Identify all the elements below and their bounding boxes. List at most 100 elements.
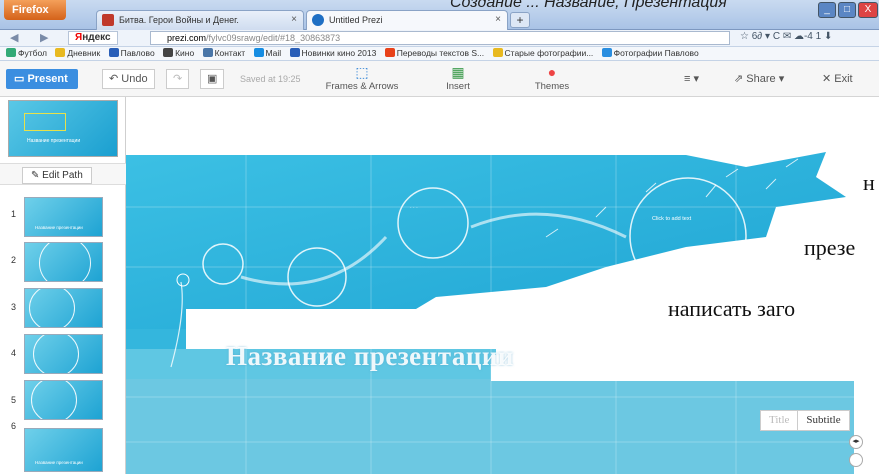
cyan-shape xyxy=(126,379,854,474)
slide-thumbnail-2[interactable] xyxy=(24,242,103,282)
bookmark-label: Павлово xyxy=(120,48,155,58)
slide-thumbnail-6[interactable]: Название презентации xyxy=(24,428,103,472)
edit-path-bar: ✎ Edit Path xyxy=(0,163,126,185)
back-icon[interactable]: ◀ xyxy=(10,31,18,44)
bookmark-item[interactable]: Футбол xyxy=(6,47,47,60)
slide-number: 5 xyxy=(11,395,17,405)
tab-close-icon[interactable]: × xyxy=(291,11,297,29)
close-window-button[interactable]: X xyxy=(858,2,878,18)
new-tab-button[interactable]: + xyxy=(510,12,530,28)
slide-number: 6 xyxy=(11,421,17,431)
bookmark-label: Кино xyxy=(175,48,195,58)
canvas-text-line-1[interactable]: н xyxy=(863,170,875,196)
tab-close-icon[interactable]: × xyxy=(495,11,501,29)
slide-circle xyxy=(33,335,79,373)
bookmark-item[interactable]: Фотографии Павлово xyxy=(601,47,699,60)
slide-number: 3 xyxy=(11,302,17,312)
frames-arrows-button[interactable]: ⬚ Frames & Arrows xyxy=(322,64,402,92)
save-button[interactable]: ▣ xyxy=(200,69,225,89)
themes-button[interactable]: ● Themes xyxy=(530,64,574,92)
bookmark-favicon-icon xyxy=(289,48,300,57)
bookmark-item[interactable]: Кино xyxy=(163,47,194,60)
url-host: prezi.com xyxy=(167,33,207,43)
themes-label: Themes xyxy=(534,81,570,92)
bookmark-label: Старые фотографии... xyxy=(504,48,594,58)
bookmark-label: Mail xyxy=(265,48,282,58)
canvas-blank xyxy=(491,355,879,381)
url-path: /fylvc09srawg/edit/#18_30863873 xyxy=(206,33,341,43)
zoom-slider-knob[interactable] xyxy=(849,453,863,467)
bookmark-item[interactable]: Павлово xyxy=(108,47,155,60)
present-button[interactable]: ▭ Present xyxy=(6,69,78,89)
prezi-canvas[interactable]: · · · Click to add text н презе написать… xyxy=(126,97,879,474)
exit-button[interactable]: ✕ Exit xyxy=(822,69,853,89)
tab-bitva[interactable]: Битва. Герои Войны и Денег. × xyxy=(96,10,304,30)
bookmark-label: Футбол xyxy=(18,48,47,58)
bookmark-item[interactable]: Mail xyxy=(253,47,282,60)
nav-right-icons[interactable]: ☆ 6∂ ▾ C ✉ ☁-4 1 ⬇ xyxy=(740,31,832,42)
bookmark-favicon-icon xyxy=(253,48,264,57)
bookmark-favicon-icon xyxy=(384,48,395,57)
title-option[interactable]: Title xyxy=(761,411,799,430)
bookmark-item[interactable]: Переводы текстов S... xyxy=(384,47,484,60)
cyan-shape xyxy=(126,329,186,349)
slide-caption: Название презентации xyxy=(35,460,83,465)
save-icon: ▣ xyxy=(207,73,218,85)
overview-thumbnail[interactable]: Название презентации xyxy=(8,100,118,157)
prezi-toolbar: ▭ Present ↶ Undo ↷ ▣ Saved at 19:25 ⬚ Fr… xyxy=(0,61,879,97)
overlay-caption: Создание ... Название, Презентация xyxy=(450,0,727,11)
slide-circle xyxy=(39,243,91,281)
canvas-text-line-3[interactable]: написать заго xyxy=(668,296,795,322)
tab-favicon-icon xyxy=(102,14,114,26)
bookmark-favicon-icon xyxy=(108,48,119,57)
slide-caption: Название презентации xyxy=(35,225,83,230)
url-bar[interactable]: prezi.com/fylvc09srawg/edit/#18_30863873 xyxy=(150,31,730,45)
redo-button[interactable]: ↷ xyxy=(166,69,190,89)
slide-circle xyxy=(29,289,75,327)
bookmark-label: Контакт xyxy=(214,48,246,58)
tab-label: Битва. Герои Войны и Денег. xyxy=(119,15,239,25)
bookmark-item[interactable]: Контакт xyxy=(202,47,246,60)
saved-status: Saved at 19:25 xyxy=(240,74,301,84)
slide-thumbnail-4[interactable] xyxy=(24,334,103,374)
slide-number: 2 xyxy=(11,255,17,265)
bookmark-label: Дневник xyxy=(67,48,101,58)
bookmark-item[interactable]: Новинки кино 2013 xyxy=(289,47,377,60)
close-icon: ✕ xyxy=(822,73,835,85)
undo-button[interactable]: ↶ Undo xyxy=(102,69,155,89)
yandex-button[interactable]: Яндекс xyxy=(68,31,118,45)
exit-label: Exit xyxy=(834,73,853,85)
tab-untitled-prezi[interactable]: Untitled Prezi × xyxy=(306,10,508,30)
insert-label: Insert xyxy=(446,81,470,92)
presentation-title[interactable]: Название презентации xyxy=(226,341,514,372)
pencil-icon: ✎ xyxy=(31,170,43,181)
bookmark-favicon-icon xyxy=(202,48,213,57)
forward-icon[interactable]: ▶ xyxy=(40,31,48,44)
prezi-favicon-icon xyxy=(312,14,324,26)
zoom-control-button[interactable]: ◂▸ xyxy=(849,435,863,449)
bookmark-item[interactable]: Дневник xyxy=(55,47,100,60)
path-sidebar: Название презентации ✎ Edit Path 1 Назва… xyxy=(0,97,126,474)
bookmark-favicon-icon xyxy=(601,48,612,57)
insert-button[interactable]: ▦ Insert xyxy=(438,64,478,92)
edit-path-button[interactable]: ✎ Edit Path xyxy=(22,167,92,184)
share-button[interactable]: ⇗ Share ▾ xyxy=(734,69,784,89)
title-subtitle-switch[interactable]: Title Subtitle xyxy=(760,410,850,431)
slide-thumbnail-1[interactable]: Название презентации xyxy=(24,197,103,237)
frames-arrows-icon: ⬚ xyxy=(355,64,369,80)
canvas-text-line-2[interactable]: презе xyxy=(804,235,855,261)
bookmark-favicon-icon xyxy=(55,48,66,57)
slide-number: 1 xyxy=(11,209,17,219)
minimize-button[interactable]: _ xyxy=(818,2,836,18)
firefox-menu-button[interactable]: Firefox xyxy=(4,0,66,20)
frame-add-text-label[interactable]: Click to add text xyxy=(652,216,691,222)
bookmark-item[interactable]: Старые фотографии... xyxy=(492,47,594,60)
present-label: Present xyxy=(27,73,68,85)
menu-dropdown-button[interactable]: ≡ ▾ xyxy=(684,69,699,89)
slide-thumbnail-5[interactable] xyxy=(24,380,103,420)
maximize-button[interactable]: □ xyxy=(838,2,856,18)
bookmark-label: Новинки кино 2013 xyxy=(301,48,377,58)
insert-image-icon: ▦ xyxy=(451,64,465,80)
slide-thumbnail-3[interactable] xyxy=(24,288,103,328)
subtitle-option[interactable]: Subtitle xyxy=(798,411,848,430)
